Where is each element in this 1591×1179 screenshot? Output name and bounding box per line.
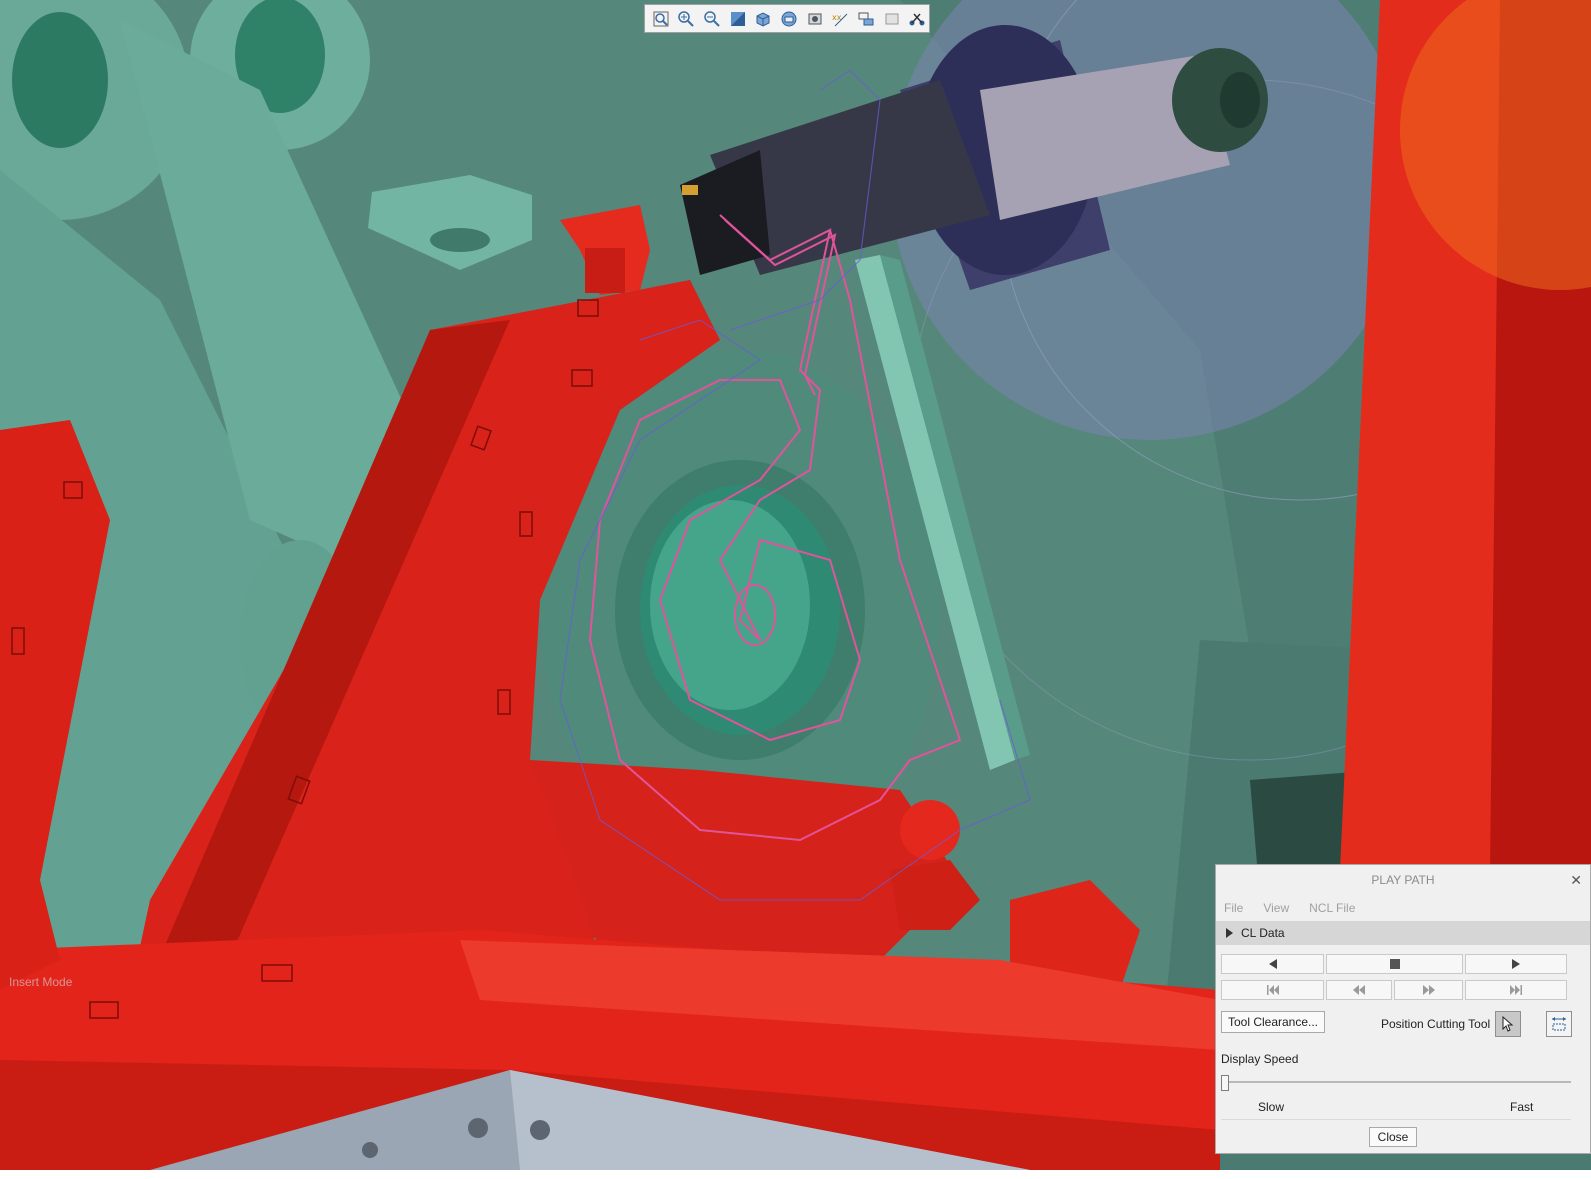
position-cutting-tool-button[interactable] xyxy=(1495,1011,1521,1037)
display-speed-slider-thumb[interactable] xyxy=(1221,1075,1229,1091)
menu-view[interactable]: View xyxy=(1263,901,1289,915)
saved-views-icon[interactable] xyxy=(803,7,827,31)
display-style-icon[interactable] xyxy=(777,7,801,31)
tool-clearance-button[interactable]: Tool Clearance... xyxy=(1221,1011,1325,1033)
go-to-end-button[interactable] xyxy=(1465,980,1567,1000)
go-to-start-icon xyxy=(1266,985,1279,995)
cl-data-expander[interactable]: CL Data xyxy=(1216,921,1590,945)
slow-label: Slow xyxy=(1258,1100,1285,1114)
step-forward-button[interactable] xyxy=(1394,980,1463,1000)
menu-ncl-file[interactable]: NCL File xyxy=(1309,901,1355,915)
zoom-out-icon[interactable] xyxy=(700,7,724,31)
zoom-in-icon[interactable] xyxy=(675,7,699,31)
play-forward-icon xyxy=(1512,959,1520,969)
go-to-end-icon xyxy=(1510,985,1522,995)
insert-mode-label: Insert Mode xyxy=(9,975,73,989)
play-backward-button[interactable] xyxy=(1221,954,1324,974)
playback-row-secondary xyxy=(1221,980,1571,1000)
stop-button[interactable] xyxy=(1326,954,1463,974)
appearance-icon[interactable] xyxy=(905,7,929,31)
view-toolbar: xx xyxy=(644,4,930,33)
menu-file[interactable]: File xyxy=(1224,901,1243,915)
go-to-start-button[interactable] xyxy=(1221,980,1324,1000)
step-back-button[interactable] xyxy=(1326,980,1392,1000)
close-icon[interactable]: ✕ xyxy=(1570,865,1582,895)
cl-data-label: CL Data xyxy=(1241,926,1285,940)
cursor-arrow-icon xyxy=(1502,1016,1514,1032)
play-backward-icon xyxy=(1268,959,1277,969)
expand-triangle-icon xyxy=(1226,928,1233,938)
zoom-window-icon[interactable] xyxy=(726,7,750,31)
zoom-fit-icon[interactable] xyxy=(649,7,673,31)
measure-icon xyxy=(1552,1017,1566,1031)
play-forward-button[interactable] xyxy=(1465,954,1567,974)
annotation-display-icon[interactable] xyxy=(880,7,904,31)
dialog-separator xyxy=(1221,1119,1571,1120)
play-path-dialog: PLAY PATH ✕ File View NCL File CL Data T… xyxy=(1215,864,1591,1154)
measure-tool-button[interactable] xyxy=(1546,1011,1572,1037)
step-back-icon xyxy=(1353,985,1365,995)
datum-display-icon[interactable]: xx xyxy=(828,7,852,31)
playback-row-primary xyxy=(1221,954,1571,974)
close-button[interactable]: Close xyxy=(1369,1127,1417,1147)
fast-label: Fast xyxy=(1510,1100,1534,1114)
dialog-title: PLAY PATH xyxy=(1371,873,1435,887)
display-speed-label: Display Speed xyxy=(1221,1052,1299,1066)
spin-center-icon[interactable] xyxy=(854,7,878,31)
step-forward-icon xyxy=(1422,985,1435,995)
display-speed-slider-track[interactable] xyxy=(1221,1081,1571,1083)
view-orientation-icon[interactable] xyxy=(752,7,776,31)
position-cutting-tool-label: Position Cutting Tool xyxy=(1381,1017,1491,1031)
dialog-title-bar: PLAY PATH ✕ xyxy=(1216,865,1590,895)
stop-icon xyxy=(1389,959,1400,969)
dialog-menu-bar: File View NCL File xyxy=(1216,895,1590,921)
